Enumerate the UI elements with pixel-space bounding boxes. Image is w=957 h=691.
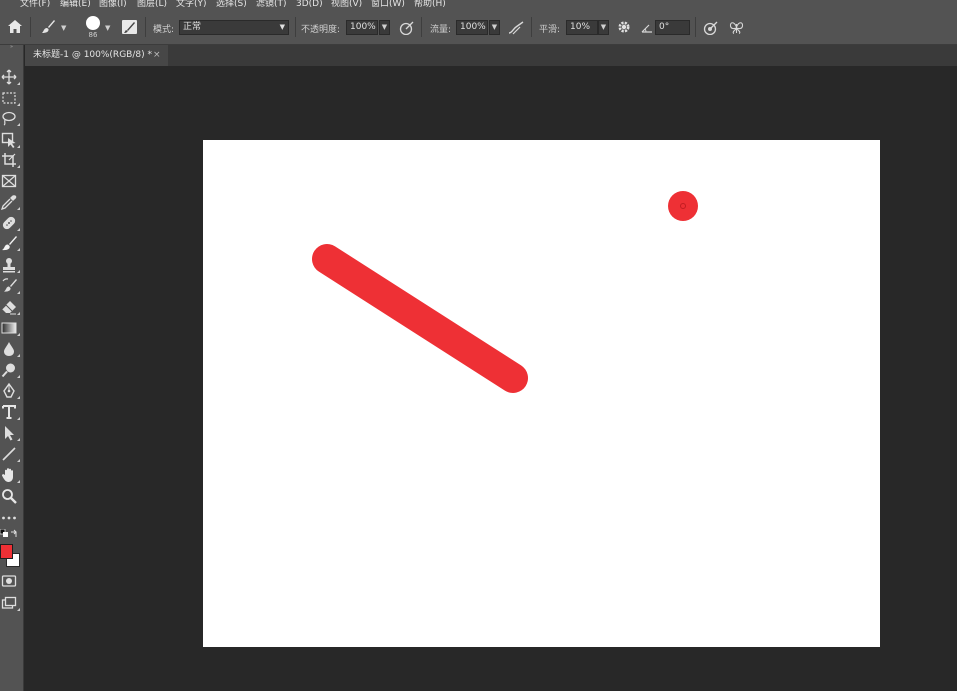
type-icon[interactable] xyxy=(1,404,20,420)
opacity-input[interactable]: 100% xyxy=(346,20,378,35)
blur-icon[interactable] xyxy=(1,341,20,357)
foreground-color-swatch[interactable] xyxy=(0,544,13,559)
mode-chevron-icon: ▼ xyxy=(279,23,285,31)
brush-settings-panel-icon[interactable] xyxy=(122,20,137,34)
airbrush-icon[interactable] xyxy=(508,21,525,38)
lasso-icon[interactable] xyxy=(1,110,20,126)
mode-select[interactable]: 正常 ▼ xyxy=(179,20,289,35)
menu-edit[interactable]: 编辑(E) xyxy=(60,0,91,9)
pressure-size-icon[interactable] xyxy=(703,21,719,38)
menu-select[interactable]: 选择(S) xyxy=(216,0,247,9)
brush-stroke xyxy=(312,244,528,393)
history-brush-icon[interactable] xyxy=(1,278,20,294)
menu-layer[interactable]: 图层(L) xyxy=(137,0,167,9)
gradient-icon[interactable] xyxy=(1,320,20,336)
healing-brush-icon[interactable] xyxy=(1,215,20,231)
document-tab-bar: 未标题-1 @ 100%(RGB/8) * × xyxy=(25,45,957,66)
menu-view[interactable]: 视图(V) xyxy=(331,0,362,9)
clone-stamp-icon[interactable] xyxy=(1,257,20,273)
menu-image[interactable]: 图像(I) xyxy=(99,0,127,9)
panel-grip-icon[interactable]: » xyxy=(0,45,23,51)
close-tab-icon[interactable]: × xyxy=(153,45,161,66)
menu-window[interactable]: 窗口(W) xyxy=(371,0,405,9)
smoothing-label: 平滑: xyxy=(539,25,561,35)
opacity-dropdown-icon[interactable]: ▼ xyxy=(379,20,390,35)
hand-icon[interactable] xyxy=(1,467,20,483)
opacity-label: 不透明度: xyxy=(301,25,341,35)
menu-filter[interactable]: 滤镜(T) xyxy=(256,0,287,9)
pen-icon[interactable] xyxy=(1,383,20,399)
dodge-icon[interactable] xyxy=(1,362,20,378)
menu-type[interactable]: 文字(Y) xyxy=(176,0,207,9)
path-select-icon[interactable] xyxy=(1,425,20,441)
brush-dot xyxy=(668,191,698,221)
smoothing-options-gear-icon[interactable] xyxy=(617,20,631,37)
document-tab[interactable]: 未标题-1 @ 100%(RGB/8) * × xyxy=(25,45,168,66)
marquee-icon[interactable] xyxy=(1,90,20,106)
smoothing-dropdown-icon[interactable]: ▼ xyxy=(598,20,609,35)
flow-input[interactable]: 100% xyxy=(456,20,488,35)
home-icon[interactable] xyxy=(8,20,22,36)
screen-mode-icon[interactable] xyxy=(1,595,20,611)
mode-value: 正常 xyxy=(183,22,202,32)
brush-preset-chevron-icon[interactable]: ▼ xyxy=(61,24,66,32)
menu-file[interactable]: 文件(F) xyxy=(20,0,50,9)
flow-dropdown-icon[interactable]: ▼ xyxy=(489,20,500,35)
pressure-opacity-icon[interactable] xyxy=(399,21,415,38)
more-tools-icon[interactable] xyxy=(1,510,17,526)
crop-icon[interactable] xyxy=(1,152,20,168)
brush-preset-icon[interactable] xyxy=(40,19,56,38)
zoom-icon[interactable] xyxy=(1,488,17,504)
frame-icon[interactable] xyxy=(1,173,17,189)
brush-size-chevron-icon[interactable]: ▼ xyxy=(105,24,110,32)
menu-3d[interactable]: 3D(D) xyxy=(296,0,323,9)
brush-tip-icon xyxy=(86,16,100,30)
menu-bar: 文件(F) 编辑(E) 图像(I) 图层(L) 文字(Y) 选择(S) 滤镜(T… xyxy=(0,0,957,10)
quick-mask-icon[interactable] xyxy=(1,573,17,589)
smoothing-input[interactable]: 10% xyxy=(566,20,598,35)
tools-panel: » xyxy=(0,45,24,691)
angle-icon xyxy=(641,23,653,36)
line-icon[interactable] xyxy=(1,446,20,462)
document-canvas[interactable] xyxy=(203,140,880,647)
move-icon[interactable] xyxy=(1,69,20,85)
angle-input[interactable]: 0° xyxy=(655,20,690,35)
options-bar: ▼ 86 ▼ 模式: 正常 ▼ 不透明度: 100% ▼ 流量: 100% ▼ … xyxy=(0,10,957,45)
flow-label: 流量: xyxy=(430,25,452,35)
brush-icon[interactable] xyxy=(1,235,20,251)
brush-size-value: 86 xyxy=(88,31,98,39)
symmetry-butterfly-icon[interactable] xyxy=(729,21,744,38)
document-tab-title: 未标题-1 @ 100%(RGB/8) * xyxy=(33,50,152,60)
eraser-icon[interactable] xyxy=(1,299,20,315)
brush-size-picker[interactable]: 86 xyxy=(85,16,101,39)
menu-help[interactable]: 帮助(H) xyxy=(414,0,446,9)
canvas-artwork xyxy=(312,191,698,393)
eyedropper-icon[interactable] xyxy=(1,194,20,210)
mode-label: 模式: xyxy=(153,25,175,35)
object-select-icon[interactable] xyxy=(1,132,20,148)
